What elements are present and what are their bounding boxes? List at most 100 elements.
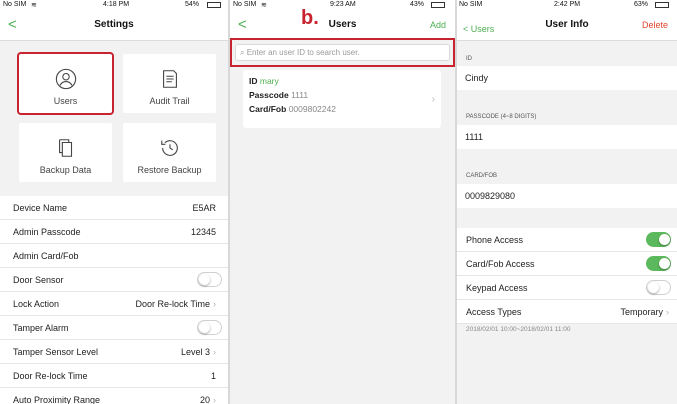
users-screen: No SIM ≋ 9:23 AM 43% < Users Add ⌕ Enter… (230, 0, 455, 404)
keypad-access-label: Keypad Access (466, 283, 528, 293)
tamper-alarm-toggle[interactable] (197, 320, 222, 335)
tamper-alarm-row: Tamper Alarm (0, 316, 228, 340)
search-icon: ⌕ (240, 48, 245, 57)
chevron-right-icon: › (213, 395, 216, 404)
page-title: Settings (94, 19, 134, 30)
passcode-value: 1111 (465, 132, 484, 142)
card-header: CARD/FOB (466, 173, 498, 179)
card-access-row: Card/Fob Access (457, 252, 677, 276)
battery-icon (207, 2, 221, 8)
access-types-value: Temporary (620, 307, 663, 317)
nav-bar: < Users Add (230, 11, 455, 41)
status-bar: No SIM ≋ 9:23 AM 43% (230, 0, 455, 11)
phone-access-toggle[interactable] (646, 232, 671, 247)
auto-proximity-label: Auto Proximity Range (13, 395, 101, 404)
users-tile[interactable]: Users (17, 52, 114, 115)
search-highlight: ⌕ Enter an user ID to search user. (230, 38, 455, 67)
users-tile-label: Users (53, 96, 78, 106)
auto-proximity-row[interactable]: Auto Proximity Range 20 › (0, 388, 228, 404)
card-field[interactable]: 0009829080 (457, 184, 677, 208)
user-list-item[interactable]: ID mary Passcode 1111 Card/Fob 000980224… (243, 70, 441, 128)
admin-card-label: Admin Card/Fob (13, 251, 79, 261)
battery-icon (655, 2, 669, 8)
chevron-right-icon: › (666, 307, 669, 317)
copy-icon (58, 139, 72, 157)
card-access-label: Card/Fob Access (466, 259, 535, 269)
admin-passcode-value: 12345 (190, 227, 216, 237)
card-access-toggle[interactable] (646, 256, 671, 271)
tamper-alarm-label: Tamper Alarm (13, 323, 69, 333)
passcode-header: PASSCODE (4~8 DIGITS) (466, 114, 537, 120)
user-icon (55, 68, 76, 90)
auto-proximity-value: 20 (199, 395, 210, 404)
wifi-icon: ≋ (261, 2, 267, 9)
user-info-screen: No SIM 2:42 PM 63% < Users User Info Del… (457, 0, 677, 404)
backup-data-tile[interactable]: Backup Data (19, 123, 112, 182)
admin-card-row[interactable]: Admin Card/Fob (0, 244, 228, 268)
phone-access-label: Phone Access (466, 235, 524, 245)
battery-label: 63% (634, 1, 649, 8)
carrier-label: No SIM (233, 1, 257, 8)
device-name-value: E5AR (192, 203, 216, 213)
status-bar: No SIM ≋ 4:18 PM 54% (0, 0, 228, 11)
search-input[interactable]: Enter an user ID to search user. (247, 48, 360, 57)
access-types-row[interactable]: Access Types Temporary › (457, 300, 677, 324)
user-id-value: mary (259, 76, 279, 86)
restore-icon (160, 140, 178, 156)
annotation-label: b. (301, 7, 319, 29)
tamper-level-label: Tamper Sensor Level (13, 347, 99, 357)
door-sensor-label: Door Sensor (13, 275, 64, 285)
door-sensor-toggle[interactable] (197, 272, 222, 287)
carrier-label: No SIM (459, 1, 483, 8)
battery-label: 54% (185, 1, 200, 8)
add-button[interactable]: Add (430, 20, 446, 30)
lock-action-row[interactable]: Lock Action Door Re-lock Time › (0, 292, 228, 316)
access-date-range: 2018/02/01 10:00~2018/02/01 11:00 (466, 326, 571, 333)
nav-bar: < Users User Info Delete (457, 11, 677, 41)
settings-screen: No SIM ≋ 4:18 PM 54% < Settings Users Au… (0, 0, 228, 404)
relock-time-value: 1 (210, 371, 216, 381)
clock: 9:23 AM (330, 1, 356, 8)
device-name-row[interactable]: Device Name E5AR (0, 196, 228, 220)
id-value: Cindy (465, 73, 489, 83)
document-icon (162, 70, 177, 88)
page-title: Users (328, 19, 357, 30)
audit-trail-tile[interactable]: Audit Trail (123, 54, 216, 113)
wifi-icon: ≋ (31, 2, 37, 9)
user-passcode-value: 1111 (291, 90, 309, 100)
chevron-right-icon: › (213, 347, 216, 357)
lock-action-label: Lock Action (13, 299, 60, 309)
clock: 2:42 PM (554, 1, 581, 8)
keypad-access-toggle[interactable] (646, 280, 671, 295)
delete-button[interactable]: Delete (642, 20, 668, 30)
phone-access-row: Phone Access (457, 228, 677, 252)
chevron-right-icon: › (213, 299, 216, 309)
status-bar: No SIM 2:42 PM 63% (457, 0, 677, 11)
lock-action-value: Door Re-lock Time (135, 299, 210, 309)
card-value: 0009829080 (465, 191, 516, 201)
access-types-label: Access Types (466, 307, 522, 317)
keypad-access-row: Keypad Access (457, 276, 677, 300)
user-card-label: Card/Fob (249, 104, 287, 114)
id-header: ID (466, 56, 472, 62)
battery-icon (431, 2, 445, 8)
device-name-label: Device Name (13, 203, 68, 213)
tamper-level-value: Level 3 (180, 347, 210, 357)
user-passcode-label: Passcode (249, 90, 289, 100)
audit-trail-label: Audit Trail (149, 96, 190, 106)
id-field[interactable]: Cindy (457, 66, 677, 90)
passcode-field[interactable]: 1111 (457, 125, 677, 149)
restore-backup-tile[interactable]: Restore Backup (123, 123, 216, 182)
restore-backup-label: Restore Backup (137, 165, 202, 175)
relock-time-row[interactable]: Door Re-lock Time 1 (0, 364, 228, 388)
admin-passcode-row[interactable]: Admin Passcode 12345 (0, 220, 228, 244)
nav-bar: < Settings (0, 11, 228, 41)
chevron-right-icon: › (431, 94, 435, 105)
tamper-level-row[interactable]: Tamper Sensor Level Level 3 › (0, 340, 228, 364)
admin-passcode-label: Admin Passcode (13, 227, 81, 237)
user-id-label: ID (249, 76, 258, 86)
battery-label: 43% (410, 1, 425, 8)
clock: 4:18 PM (103, 1, 130, 8)
backup-data-label: Backup Data (39, 165, 92, 175)
user-card-value: 0009802242 (288, 104, 336, 114)
